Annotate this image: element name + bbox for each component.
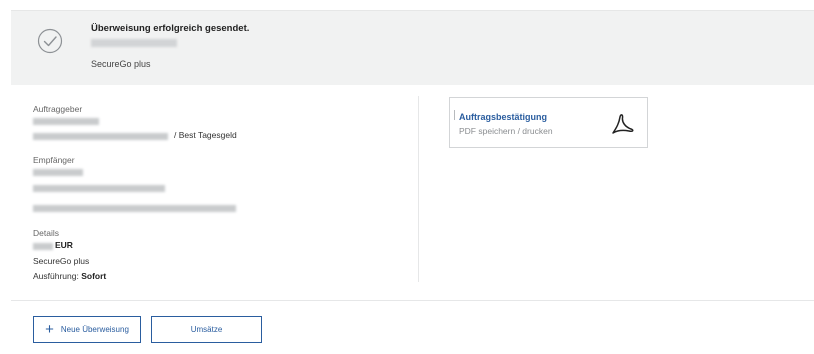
success-banner: Überweisung erfolgreich gesendet. Secure…	[11, 10, 814, 85]
success-title: Überweisung erfolgreich gesendet.	[91, 23, 250, 34]
new-transfer-button[interactable]: + Neue Überweisung	[33, 316, 141, 343]
recipient-label: Empfänger	[33, 155, 75, 165]
new-transfer-label: Neue Überweisung	[60, 325, 129, 334]
plus-icon: +	[45, 321, 54, 338]
auth-method: SecureGo plus	[91, 59, 151, 69]
redacted-amount	[91, 39, 177, 47]
execution-row: Ausführung: Sofort	[33, 271, 106, 281]
execution-label: Ausführung:	[33, 271, 79, 281]
execution-value: Sofort	[81, 271, 107, 281]
sender-label: Auftraggeber	[33, 104, 83, 114]
footer-divider	[11, 300, 814, 301]
redacted-amount-value	[33, 243, 53, 250]
redacted-sender-account	[33, 133, 168, 140]
redacted-sender-name	[33, 118, 99, 125]
redacted-recipient-name	[33, 169, 83, 176]
redacted-recipient-iban	[33, 185, 165, 192]
sales-button[interactable]: Umsätze	[151, 316, 262, 343]
order-confirmation-card[interactable]: Auftragsbestätigung PDF speichern / druc…	[449, 97, 648, 148]
card-accent-mark	[454, 110, 455, 120]
acrobat-pdf-icon	[612, 114, 634, 134]
details-label: Details	[33, 228, 59, 238]
column-divider	[418, 96, 419, 282]
order-confirmation-title: Auftragsbestätigung	[459, 112, 548, 122]
sender-account-type: / Best Tagesgeld	[174, 130, 237, 140]
order-confirmation-subtitle: PDF speichern / drucken	[459, 126, 553, 136]
details-method: SecureGo plus	[33, 256, 90, 266]
check-circle-icon	[37, 28, 63, 54]
redacted-recipient-reference	[33, 205, 236, 212]
currency: EUR	[55, 240, 73, 250]
sales-label: Umsätze	[190, 325, 223, 334]
